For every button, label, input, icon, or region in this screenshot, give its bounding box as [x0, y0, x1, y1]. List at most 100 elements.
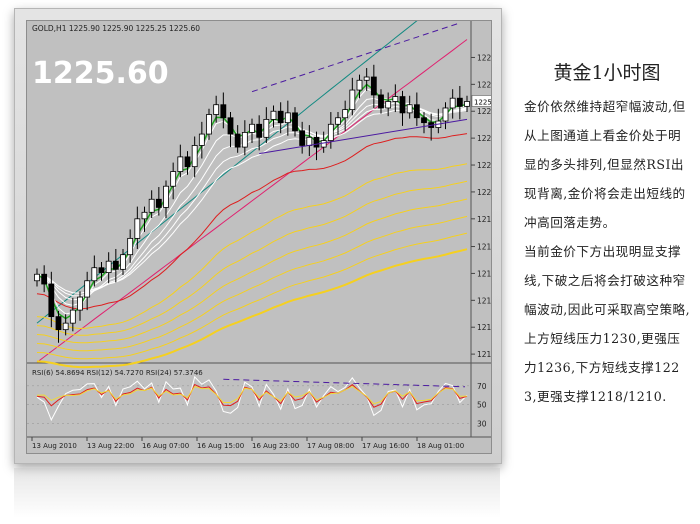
candle-body	[292, 112, 298, 132]
y-tick-label-10: 1211.75	[477, 323, 491, 332]
candle-body	[234, 133, 241, 148]
ma-yellow-ribbon-3	[36, 215, 468, 352]
candle-body	[356, 79, 363, 91]
y-tick-label-6: 1218.40	[477, 215, 491, 224]
candle-body	[206, 114, 212, 135]
y-tick-label-11: 1210.10	[477, 350, 491, 359]
candle-body	[198, 133, 205, 146]
candle-body	[327, 123, 334, 141]
y-tick-label-5: 1220.05	[477, 188, 491, 197]
y-tick-label-3: 1223.35	[477, 134, 491, 143]
rsi-legend: RSI(6) 54.8694 RSI(12) 54.7270 RSI(24) 5…	[32, 369, 203, 377]
price-chart: 1228.30 1226.65 1225.00 1223.35 1221.70 1220.…	[27, 21, 491, 450]
candle-body	[320, 140, 327, 148]
y-tick-label-8: 1215.05	[477, 269, 491, 278]
candle-body	[406, 104, 413, 114]
rsi-divergence-line	[223, 378, 466, 388]
candle-body	[270, 110, 277, 120]
candle-body	[220, 104, 227, 119]
candle-body	[313, 136, 320, 148]
ma-yellow-ribbon-0	[36, 163, 468, 330]
candle-body	[120, 254, 126, 270]
candle-body	[263, 118, 270, 138]
candle-body	[105, 260, 112, 274]
candle-body	[413, 104, 420, 119]
x-tick-label-0: 13 Aug 2010	[32, 442, 77, 450]
candle-body	[134, 218, 141, 239]
y-tick-label-2: 1225.00	[477, 107, 491, 116]
x-tick-label-6: 17 Aug 16:00	[362, 442, 409, 450]
x-tick-label-3: 16 Aug 15:00	[197, 442, 244, 450]
candle-body	[127, 237, 134, 256]
y-tick-label-9: 1213.40	[477, 296, 491, 305]
candle-body	[370, 76, 377, 96]
candle-body	[456, 97, 463, 107]
candle-body	[155, 198, 162, 208]
candle-body	[163, 185, 169, 208]
candle-body	[91, 267, 98, 282]
candle-body	[184, 156, 191, 168]
analysis-paragraph-1: 金价依然维持超窄幅波动,但从上图通道上看金价处于明显的多头排列,但显然RSI出现…	[524, 99, 686, 230]
frame-reflection	[14, 468, 500, 518]
candle-body	[84, 280, 91, 298]
candle-body	[385, 101, 392, 109]
candle-body	[241, 132, 248, 148]
rsi-tick-label-0: 70	[477, 382, 487, 391]
candle-body	[55, 316, 62, 331]
candle-body	[227, 117, 234, 135]
ma-yellow-ribbon-1	[36, 180, 468, 336]
ma-red-line	[36, 133, 468, 310]
candle-body	[464, 101, 470, 107]
y-tick-label-1: 1226.65	[477, 80, 491, 89]
candle-body	[34, 273, 40, 282]
analysis-text: 金价依然维持超窄幅波动,但从上图通道上看金价处于明显的多头排列,但显然RSI出现…	[524, 92, 692, 411]
symbol-ohlc-label: GOLD,H1 1225.90 1225.90 1225.25 1225.60	[32, 24, 200, 33]
x-tick-label-1: 13 Aug 22:00	[87, 442, 134, 450]
candle-body	[342, 109, 349, 119]
candle-body	[98, 267, 105, 274]
candle-body	[41, 273, 48, 285]
big-price-label: 1225.60	[32, 56, 169, 91]
current-price-label: 1225.60	[474, 98, 491, 106]
y-tick-label-4: 1221.70	[477, 161, 491, 170]
rsi-tick-label-1: 50	[477, 401, 487, 410]
candle-body	[378, 94, 384, 109]
candle-body	[69, 309, 76, 324]
y-tick-label-7: 1216.70	[477, 243, 491, 252]
x-tick-label-4: 16 Aug 23:00	[252, 442, 299, 450]
candle-body	[399, 96, 406, 114]
ma-yellow-ribbon-4	[36, 232, 468, 360]
candle-body	[48, 283, 55, 318]
candle-body	[284, 112, 291, 124]
x-tick-label-7: 18 Aug 01:00	[417, 442, 464, 450]
rsi-tick-label-2: 30	[477, 420, 487, 429]
chart-area: 1228.30 1226.65 1225.00 1223.35 1221.70 1220.…	[26, 20, 492, 454]
candle-body	[112, 260, 119, 270]
candle-body	[442, 107, 449, 122]
candle-body	[421, 117, 427, 124]
candle-body	[299, 130, 306, 146]
y-tick-label-0: 1228.30	[477, 53, 491, 62]
rsi-series-0	[36, 375, 468, 422]
candle-body	[306, 136, 313, 146]
candle-body	[77, 296, 83, 311]
candle-body	[249, 123, 255, 133]
candle-body	[148, 198, 155, 213]
candle-body	[62, 322, 69, 331]
candle-body	[335, 117, 341, 125]
analysis-paragraph-2: 当前金价下方出现明显支撑线,下破之后将会打破这种窄幅波动,因此可采取高空策略,上…	[524, 244, 691, 404]
candle-body	[449, 97, 456, 109]
candle-body	[191, 145, 198, 168]
candle-body	[363, 76, 370, 81]
candle-body	[256, 123, 263, 138]
candle-body	[170, 171, 177, 187]
x-tick-label-2: 16 Aug 07:00	[142, 442, 189, 450]
candle-body	[392, 96, 399, 102]
candle-body	[349, 89, 356, 111]
channel-upper-line	[251, 22, 460, 93]
candle-body	[277, 110, 284, 124]
panel-title: 黄金1小时图	[553, 62, 661, 84]
candle-body	[141, 211, 148, 220]
candle-body	[177, 156, 184, 172]
candle-body	[213, 104, 220, 115]
